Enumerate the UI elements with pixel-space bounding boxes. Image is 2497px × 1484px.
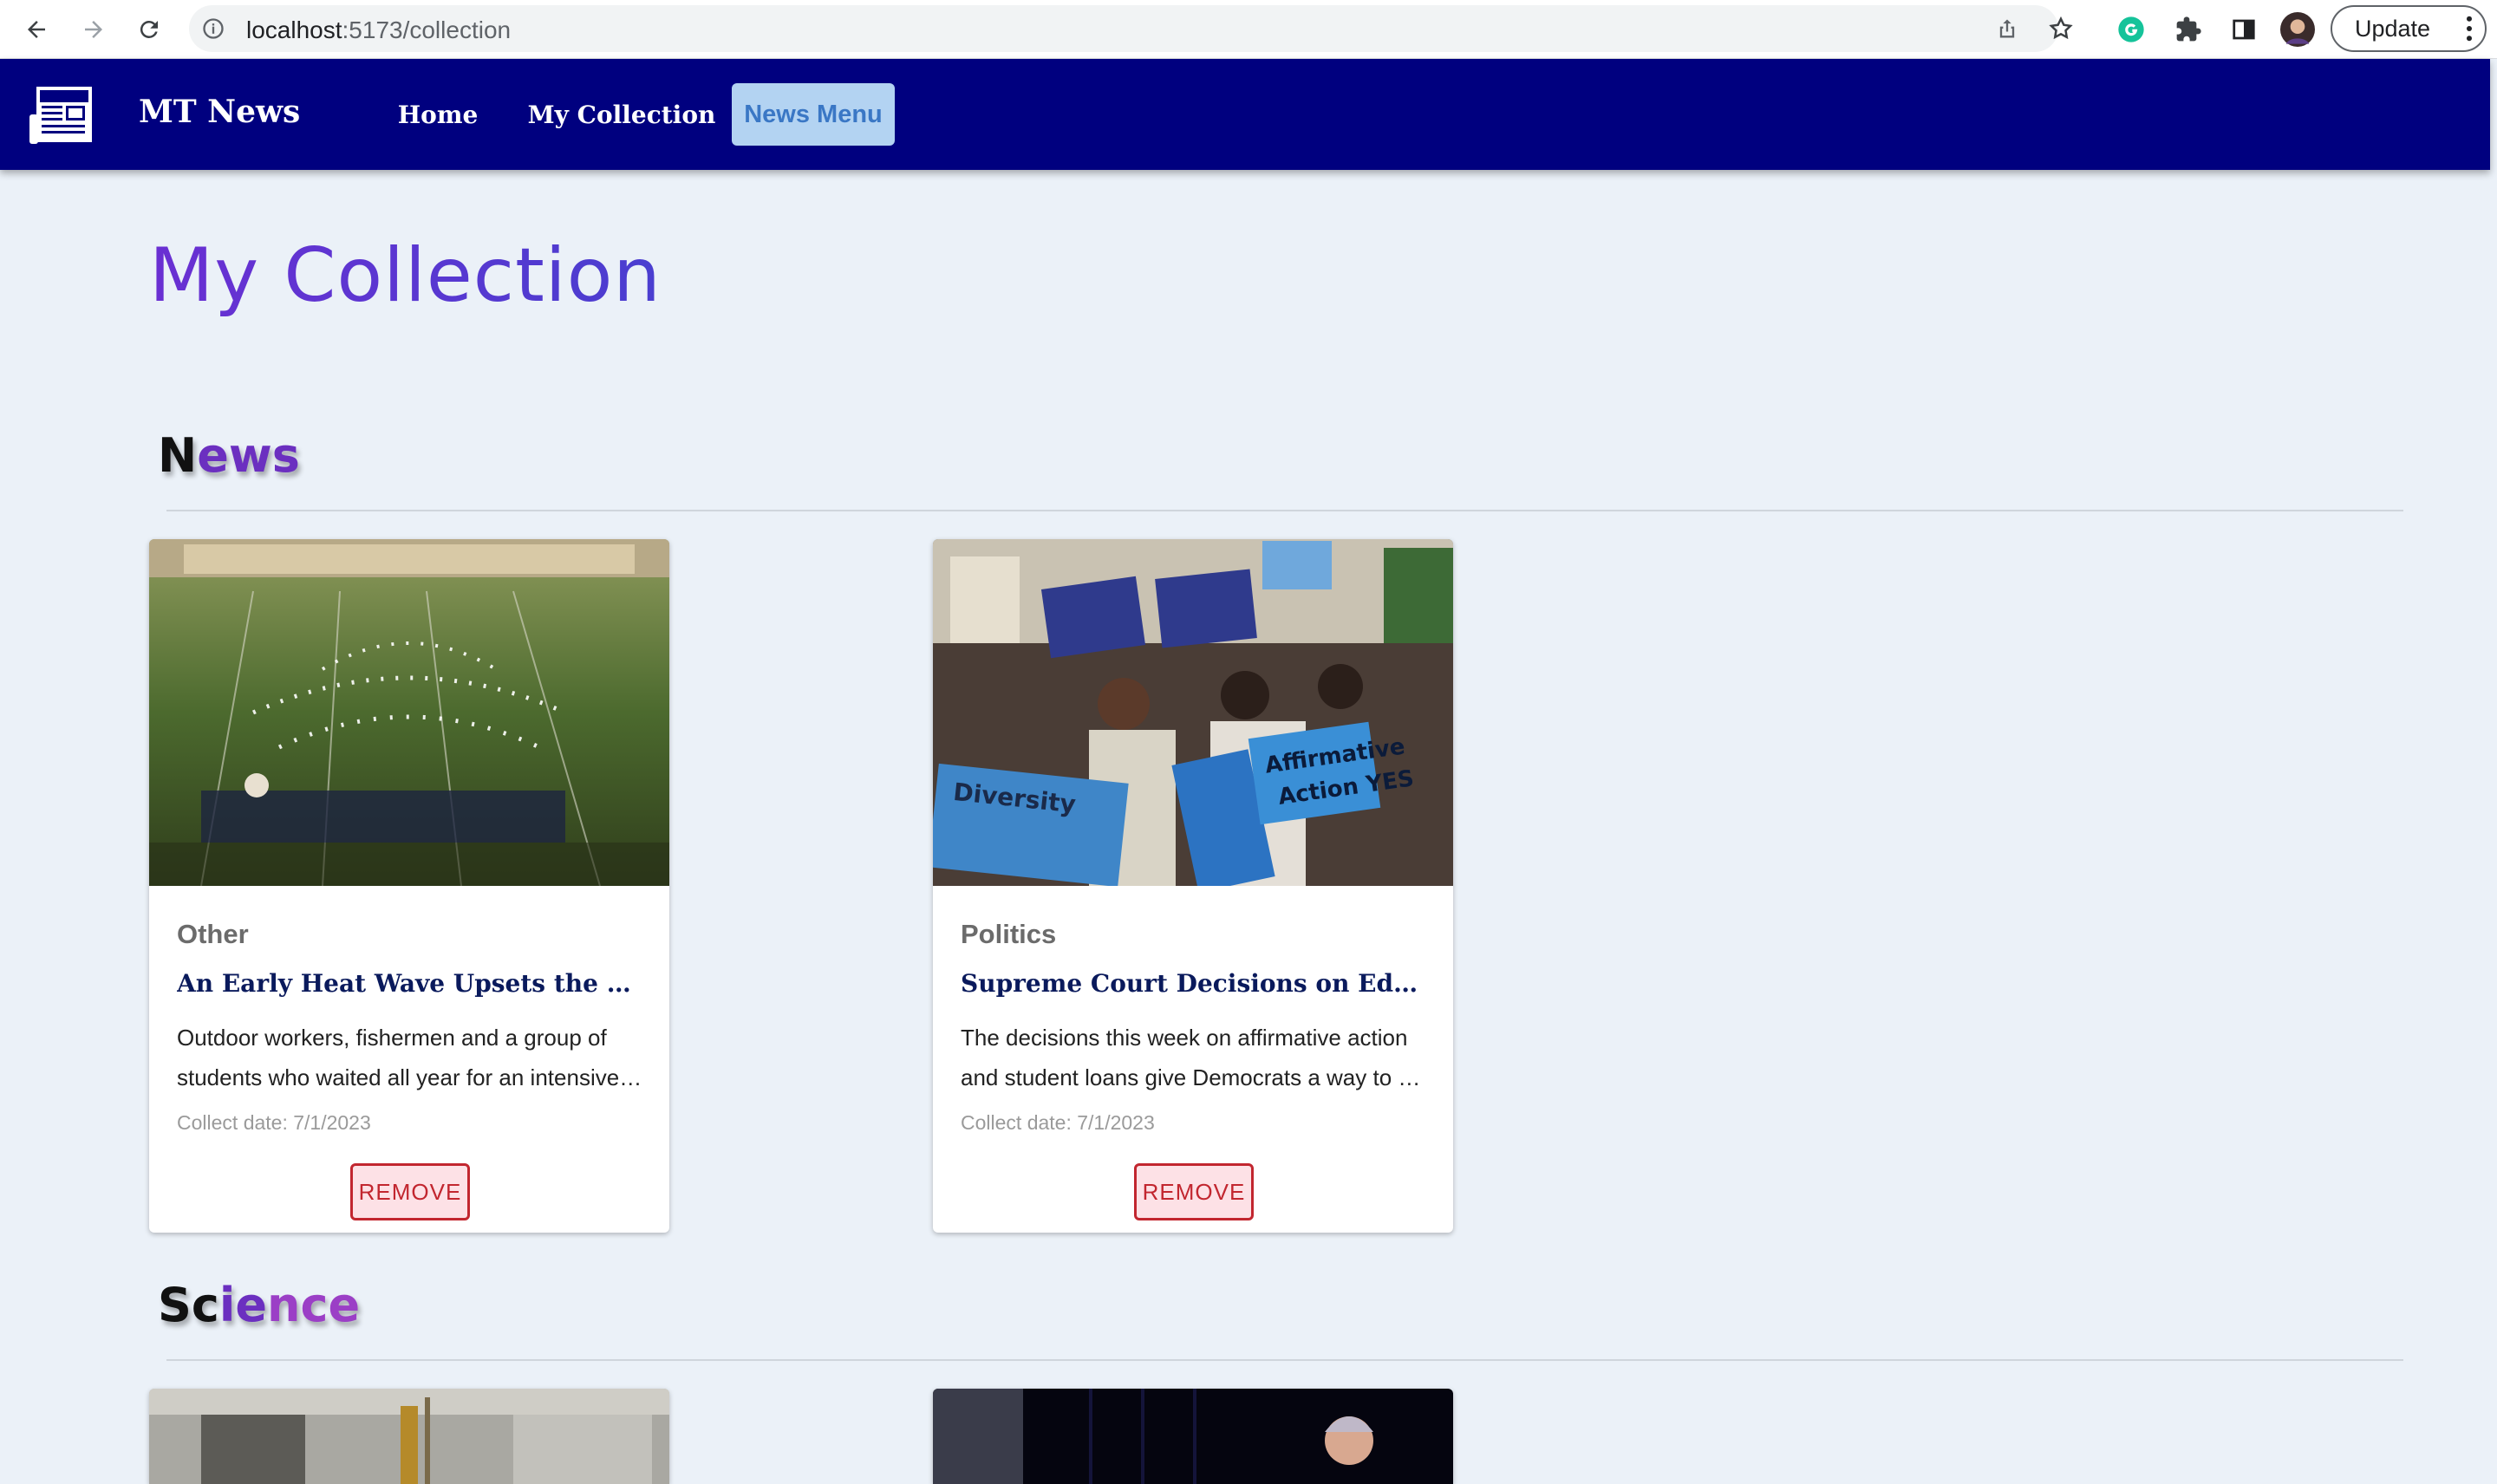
section-title-science: Science bbox=[158, 1278, 360, 1332]
remove-button[interactable]: REMOVE bbox=[350, 1163, 470, 1220]
brand-name[interactable]: MT News bbox=[139, 94, 300, 130]
news-logo-icon[interactable] bbox=[29, 85, 95, 146]
card-category: Politics bbox=[961, 919, 1057, 949]
more-menu-icon[interactable] bbox=[2466, 16, 2473, 48]
nav-home[interactable]: Home bbox=[385, 83, 491, 146]
grammarly-extension-icon[interactable] bbox=[2112, 10, 2150, 49]
update-label: Update bbox=[2355, 15, 2431, 42]
section-divider bbox=[166, 1359, 2403, 1361]
science-card[interactable] bbox=[933, 1389, 1453, 1484]
news-card[interactable]: Diversity Affirmative Action YES Politic… bbox=[933, 539, 1453, 1233]
collect-date: Collect date: 7/1/2023 bbox=[961, 1111, 1155, 1134]
card-description: The decisions this week on affirmative a… bbox=[961, 1018, 1429, 1097]
app-header: MT News Home My Collection News Menu bbox=[0, 59, 2490, 170]
section-title-part: Sc bbox=[158, 1278, 219, 1332]
remove-button[interactable]: REMOVE bbox=[1134, 1163, 1254, 1220]
section-title-part: ie bbox=[218, 1278, 268, 1332]
profile-avatar-icon[interactable] bbox=[2279, 10, 2317, 49]
section-title-part: N bbox=[158, 428, 198, 483]
site-info-icon[interactable] bbox=[201, 16, 225, 41]
section-divider bbox=[166, 510, 2403, 511]
back-arrow-icon[interactable] bbox=[17, 10, 55, 49]
card-description-line: The decisions this week on affirmative a… bbox=[961, 1025, 1408, 1051]
extensions-puzzle-icon[interactable] bbox=[2169, 10, 2207, 49]
card-title[interactable]: An Early Heat Wave Upsets the Rhythm of … bbox=[177, 969, 645, 998]
card-title[interactable]: Supreme Court Decisions on Education and… bbox=[961, 969, 1429, 998]
science-card[interactable] bbox=[149, 1389, 669, 1484]
card-image-protest: Diversity Affirmative Action YES bbox=[933, 539, 1453, 886]
card-description-line: students who waited all year for an inte… bbox=[177, 1064, 645, 1090]
card-image-telescope bbox=[149, 1389, 669, 1484]
url-host: localhost bbox=[246, 16, 342, 43]
url-path: :5173/collection bbox=[342, 16, 512, 43]
section-title-part: ews bbox=[197, 428, 300, 483]
nav-news-menu[interactable]: News Menu bbox=[732, 83, 895, 146]
section-title-part: nce bbox=[267, 1278, 361, 1332]
bookmark-star-icon[interactable] bbox=[2046, 14, 2076, 43]
card-description-line: Outdoor workers, fishermen and a group o… bbox=[177, 1025, 607, 1051]
share-icon[interactable] bbox=[1992, 14, 2022, 43]
card-category: Other bbox=[177, 919, 249, 949]
url-text: localhost:5173/collection bbox=[246, 16, 511, 44]
address-bar[interactable]: localhost:5173/collection bbox=[189, 5, 2073, 52]
browser-toolbar: localhost:5173/collection Update bbox=[0, 0, 2497, 59]
card-description: Outdoor workers, fishermen and a group o… bbox=[177, 1018, 645, 1097]
card-image-band-field bbox=[149, 539, 669, 886]
section-title-news: News bbox=[158, 428, 300, 483]
update-button[interactable]: Update bbox=[2331, 5, 2487, 52]
news-card[interactable]: Other An Early Heat Wave Upsets the Rhyt… bbox=[149, 539, 669, 1233]
reload-icon[interactable] bbox=[130, 10, 168, 49]
card-description-line: and student loans give Democrats a way t… bbox=[961, 1064, 1429, 1090]
page-title: My Collection bbox=[149, 232, 662, 319]
nav-my-collection[interactable]: My Collection bbox=[525, 83, 718, 146]
forward-arrow-icon[interactable] bbox=[75, 10, 113, 49]
card-image-speaker bbox=[933, 1389, 1453, 1484]
side-panel-icon[interactable] bbox=[2225, 10, 2263, 49]
collect-date: Collect date: 7/1/2023 bbox=[177, 1111, 371, 1134]
